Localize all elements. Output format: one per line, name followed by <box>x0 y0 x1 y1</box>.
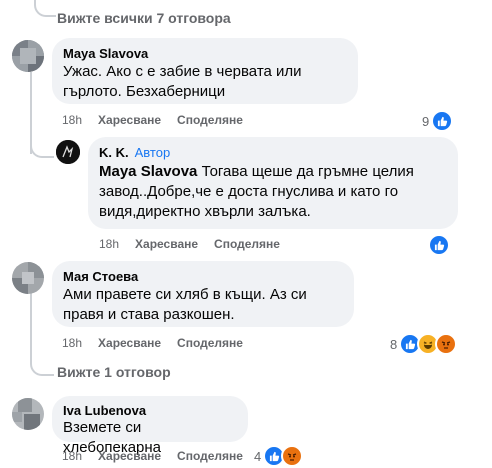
reaction-count: 9 <box>422 113 430 129</box>
reaction-summary[interactable] <box>428 234 450 256</box>
angry-reaction-icon <box>281 445 304 467</box>
like-button[interactable]: Харесване <box>98 449 161 463</box>
comment-text: Ами правете си хляб в къщи. Аз си правя … <box>63 286 307 323</box>
reaction-count: 4 <box>254 448 262 464</box>
reaction-summary[interactable]: 4 <box>254 445 304 467</box>
comment-author[interactable]: Мая Стоева <box>63 269 138 284</box>
avatar[interactable] <box>12 262 44 294</box>
comment-actions: 18h Харесване Споделяне <box>62 449 243 463</box>
comment-text: Ужас. Ако с е забие в червата или гърлот… <box>63 63 302 100</box>
author-badge: Автор <box>134 145 171 160</box>
reaction-summary[interactable]: 8 <box>390 333 458 355</box>
comment-bubble: Iva Lubenova Вземете си хлебопекарна <box>52 396 248 456</box>
thread-connector <box>30 134 54 158</box>
comment-actions: 18h Харесване Споделяне <box>99 237 280 251</box>
share-button[interactable]: Споделяне <box>177 336 243 350</box>
comment-author-row: K. K. Автор <box>99 145 170 160</box>
mention-link[interactable]: Maya Slavova <box>99 163 197 180</box>
share-button[interactable]: Споделяне <box>177 113 243 127</box>
comment-time[interactable]: 18h <box>62 449 82 463</box>
comment-time[interactable]: 18h <box>99 237 119 251</box>
avatar[interactable] <box>12 398 44 430</box>
like-reaction-icon <box>428 234 450 256</box>
like-button[interactable]: Харесване <box>98 336 161 350</box>
share-button[interactable]: Споделяне <box>177 449 243 463</box>
comment-actions: 18h Харесване Споделяне <box>62 113 243 127</box>
comment-time[interactable]: 18h <box>62 336 82 350</box>
comment-text-block: Maya Slavova Тогава щеше да гръмне целия… <box>99 162 451 222</box>
angry-reaction-icon <box>435 333 458 355</box>
like-button[interactable]: Харесване <box>135 237 198 251</box>
comment-author[interactable]: K. K. <box>99 145 129 160</box>
reaction-count: 8 <box>390 336 398 352</box>
view-all-replies-link[interactable]: Вижте всички 7 отговора <box>57 10 231 26</box>
comment-author[interactable]: Iva Lubenova <box>63 403 146 418</box>
comment-time[interactable]: 18h <box>62 113 82 127</box>
comment-bubble: Maya Slavova Ужас. Ако с е забие в черва… <box>52 38 358 104</box>
avatar[interactable] <box>56 140 80 164</box>
comment-author[interactable]: Maya Slavova <box>63 46 148 61</box>
thread-connector <box>34 0 56 17</box>
like-reaction-icon <box>431 110 454 132</box>
like-button[interactable]: Харесване <box>98 113 161 127</box>
comment-bubble: K. K. Автор Maya Slavova Тогава щеше да г… <box>88 137 458 229</box>
view-one-reply-link[interactable]: Вижте 1 отговор <box>57 364 171 380</box>
comment-bubble: Мая Стоева Ами правете си хляб в къщи. А… <box>52 261 354 327</box>
thread-line <box>30 292 32 352</box>
share-button[interactable]: Споделяне <box>214 237 280 251</box>
reaction-summary[interactable]: 9 <box>422 110 454 132</box>
avatar[interactable] <box>12 40 44 72</box>
thread-connector <box>30 352 54 376</box>
comment-actions: 18h Харесване Споделяне <box>62 336 243 350</box>
